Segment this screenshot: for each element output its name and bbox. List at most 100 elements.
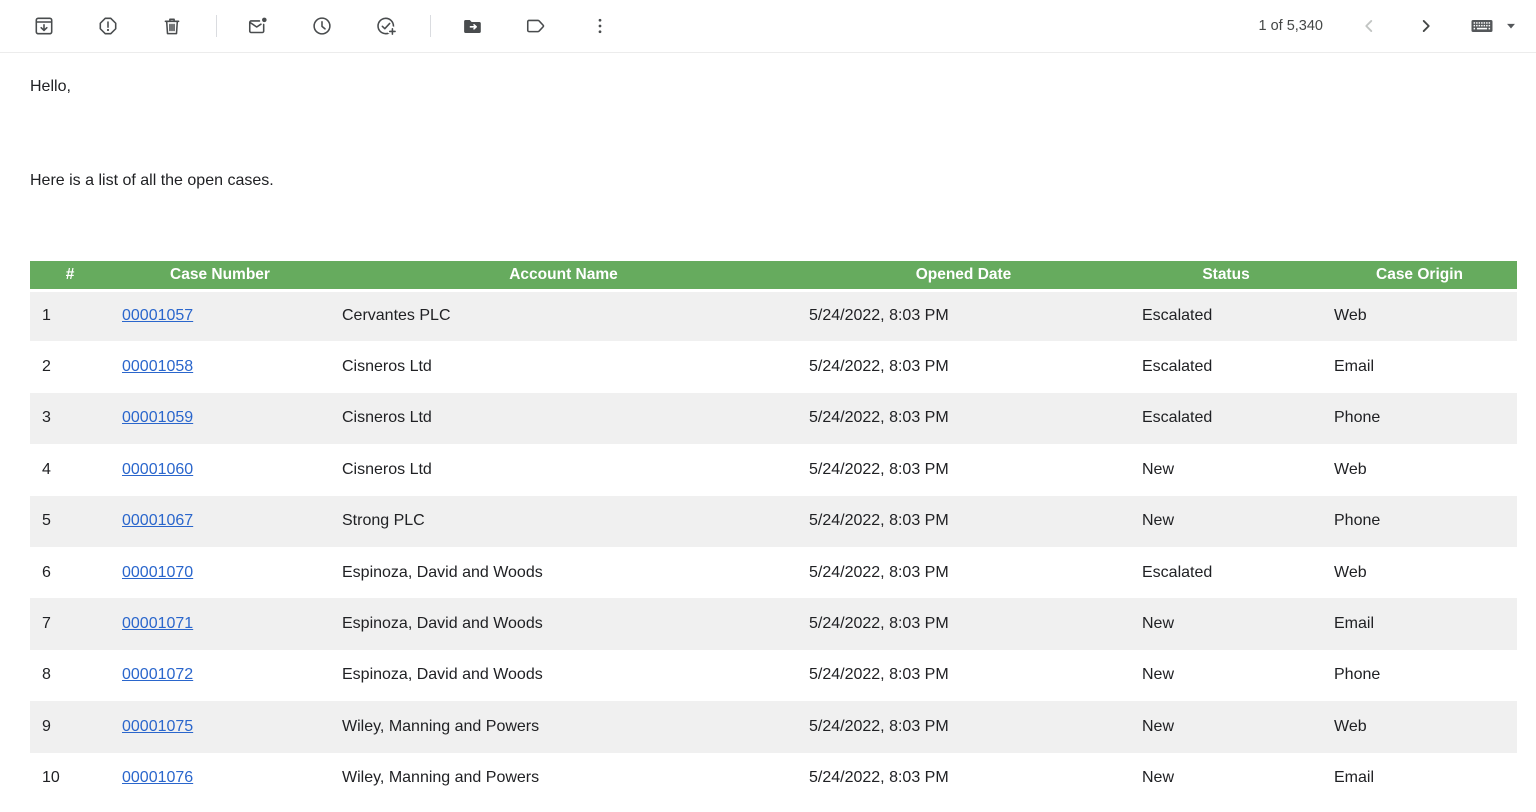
archive-icon — [33, 15, 55, 37]
opened-date-cell: 5/24/2022, 8:03 PM — [797, 701, 1130, 752]
status-cell: New — [1130, 701, 1322, 752]
more-options-button[interactable] — [580, 6, 620, 46]
input-tools-button[interactable] — [1469, 13, 1518, 39]
older-button[interactable] — [1406, 6, 1446, 46]
row-index-cell: 9 — [30, 701, 110, 752]
keyboard-icon — [1469, 13, 1495, 39]
status-cell: Escalated — [1130, 290, 1322, 341]
status-cell: New — [1130, 598, 1322, 649]
case-origin-cell: Phone — [1322, 496, 1517, 547]
table-row: 6 00001070 Espinoza, David and Woods5/24/2… — [30, 547, 1517, 598]
case-origin-cell: Phone — [1322, 393, 1517, 444]
opened-date-cell: 5/24/2022, 8:03 PM — [797, 753, 1130, 804]
row-index-cell: 8 — [30, 650, 110, 701]
opened-date-cell: 5/24/2022, 8:03 PM — [797, 650, 1130, 701]
add-to-tasks-button[interactable] — [366, 6, 406, 46]
account-name-cell: Wiley, Manning and Powers — [330, 753, 797, 804]
case-number-cell: 00001075 — [110, 701, 330, 752]
row-index-cell: 6 — [30, 547, 110, 598]
delete-button[interactable] — [152, 6, 192, 46]
report-spam-button[interactable] — [88, 6, 128, 46]
move-to-icon — [461, 15, 483, 37]
case-number-link[interactable]: 00001072 — [122, 666, 193, 683]
case-number-cell: 00001057 — [110, 290, 330, 341]
account-name-cell: Cisneros Ltd — [330, 341, 797, 392]
case-number-cell: 00001067 — [110, 496, 330, 547]
opened-date-cell: 5/24/2022, 8:03 PM — [797, 598, 1130, 649]
account-name-cell: Wiley, Manning and Powers — [330, 701, 797, 752]
add-to-tasks-icon — [375, 15, 397, 37]
table-row: 200001058Cisneros Ltd5/24/2022, 8:03 PME… — [30, 341, 1517, 392]
account-name-cell: Espinoza, David and Woods — [330, 650, 797, 701]
case-origin-cell: Web — [1322, 701, 1517, 752]
opened-date-cell: 5/24/2022, 8:03 PM — [797, 496, 1130, 547]
pagination-count: 1 of 5,340 — [1259, 18, 1324, 34]
label-icon — [525, 15, 547, 37]
case-number-link[interactable]: 00001060 — [122, 461, 193, 478]
table-row: 500001067Strong PLC5/24/2022, 8:03 PMNew… — [30, 496, 1517, 547]
row-index-cell: 3 — [30, 393, 110, 444]
archive-button[interactable] — [24, 6, 64, 46]
case-origin-cell: Email — [1322, 753, 1517, 804]
mark-unread-icon — [247, 15, 269, 37]
case-origin-cell: Web — [1322, 547, 1517, 598]
toolbar-right: 1 of 5,340 — [1259, 6, 1519, 46]
case-number-cell: 00001076 — [110, 753, 330, 804]
status-cell: New — [1130, 444, 1322, 495]
case-number-link[interactable]: 00001076 — [122, 769, 193, 786]
snooze-icon — [311, 15, 333, 37]
status-cell: New — [1130, 496, 1322, 547]
toolbar-divider — [216, 15, 217, 37]
opened-date-cell: 5/24/2022, 8:03 PM — [797, 444, 1130, 495]
opened-date-cell: 5/24/2022, 8:03 PM — [797, 341, 1130, 392]
status-cell: Escalated — [1130, 393, 1322, 444]
intro-text: Here is a list of all the open cases. — [30, 171, 1506, 191]
case-number-link[interactable]: 00001067 — [122, 512, 193, 529]
table-row: 8 00001072 Espinoza, David and Woods5/24/2… — [30, 650, 1517, 701]
header-account: Account Name — [330, 261, 797, 290]
mark-unread-button[interactable] — [238, 6, 278, 46]
row-index-cell: 7 — [30, 598, 110, 649]
move-to-button[interactable] — [452, 6, 492, 46]
case-origin-cell: Email — [1322, 598, 1517, 649]
email-toolbar: 1 of 5,340 — [0, 0, 1536, 53]
dropdown-caret-icon — [1504, 19, 1518, 33]
case-number-link[interactable]: 00001070 — [122, 564, 193, 581]
table-row: 7 00001071 Espinoza, David and Woods5/24/2… — [30, 598, 1517, 649]
opened-date-cell: 5/24/2022, 8:03 PM — [797, 547, 1130, 598]
email-body: Hello, Here is a list of all the open ca… — [0, 77, 1536, 804]
case-number-cell: 00001071 — [110, 598, 330, 649]
case-number-cell: 00001058 — [110, 341, 330, 392]
chevron-left-icon — [1358, 15, 1380, 37]
header-case-origin: Case Origin — [1322, 261, 1517, 290]
case-origin-cell: Email — [1322, 341, 1517, 392]
case-number-link[interactable]: 00001075 — [122, 718, 193, 735]
account-name-cell: Espinoza, David and Woods — [330, 598, 797, 649]
case-number-link[interactable]: 00001057 — [122, 307, 193, 324]
case-number-link[interactable]: 00001058 — [122, 358, 193, 375]
table-row: 9 00001075 Wiley, Manning and Powers5/24/2… — [30, 701, 1517, 752]
table-row: 400001060Cisneros Ltd5/24/2022, 8:03 PMN… — [30, 444, 1517, 495]
case-number-cell: 00001059 — [110, 393, 330, 444]
account-name-cell: Espinoza, David and Woods — [330, 547, 797, 598]
case-origin-cell: Web — [1322, 290, 1517, 341]
header-status: Status — [1130, 261, 1322, 290]
account-name-cell: Cervantes PLC — [330, 290, 797, 341]
status-cell: Escalated — [1130, 341, 1322, 392]
case-number-link[interactable]: 00001071 — [122, 615, 193, 632]
label-button[interactable] — [516, 6, 556, 46]
account-name-cell: Cisneros Ltd — [330, 393, 797, 444]
chevron-right-icon — [1415, 15, 1437, 37]
row-index-cell: 4 — [30, 444, 110, 495]
header-opened-date: Opened Date — [797, 261, 1130, 290]
snooze-button[interactable] — [302, 6, 342, 46]
newer-button[interactable] — [1349, 6, 1389, 46]
toolbar-divider — [430, 15, 431, 37]
status-cell: Escalated — [1130, 547, 1322, 598]
table-row: 1000001076Wiley, Manning and Powers5/24/… — [30, 753, 1517, 804]
case-origin-cell: Phone — [1322, 650, 1517, 701]
case-number-cell: 00001072 — [110, 650, 330, 701]
greeting-text: Hello, — [30, 77, 1506, 97]
status-cell: New — [1130, 753, 1322, 804]
case-number-link[interactable]: 00001059 — [122, 409, 193, 426]
